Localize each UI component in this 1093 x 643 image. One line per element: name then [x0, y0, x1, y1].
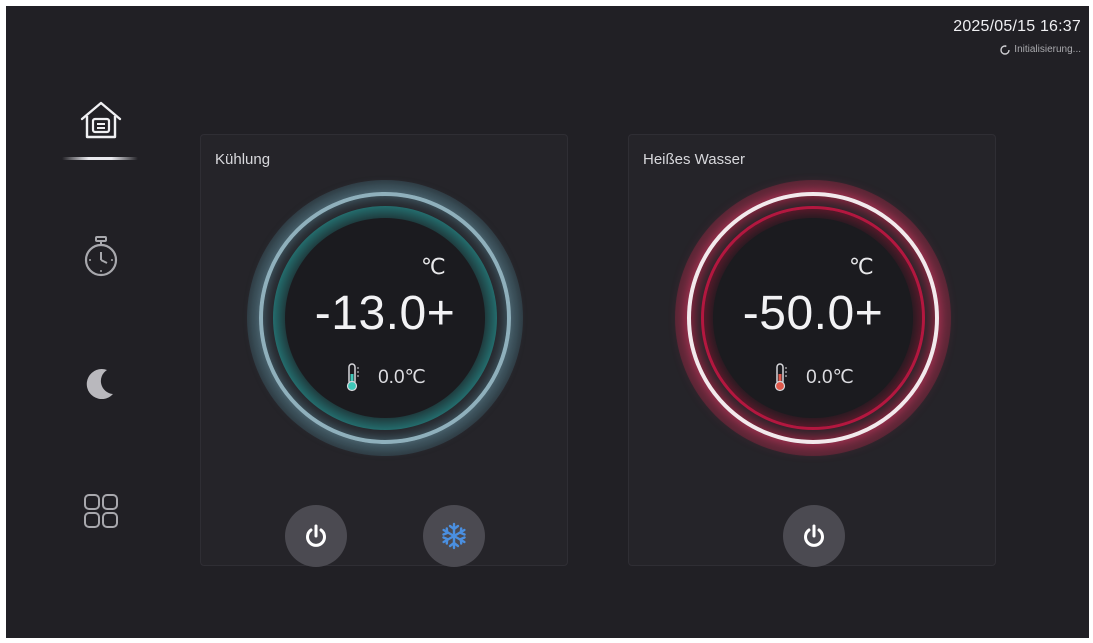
cooling-mode-button[interactable] — [423, 505, 485, 567]
grid-icon — [84, 494, 118, 528]
hot-water-power-button[interactable] — [783, 505, 845, 567]
snowflake-icon — [442, 522, 466, 550]
hot-water-card: Heißes Wasser ℃ -50.0+ 0.0℃ — [628, 134, 996, 567]
power-icon — [306, 524, 326, 547]
sidebar-item-apps[interactable] — [66, 481, 136, 541]
sidebar-item-night[interactable] — [66, 354, 136, 414]
current-temp-row: 0.0℃ — [675, 362, 951, 392]
setpoint-temp[interactable]: -13.0+ — [247, 286, 523, 341]
current-temp-row: 0.0℃ — [247, 362, 523, 392]
cooling-card: Kühlung ℃ -13.0+ 0.0℃ — [200, 134, 568, 567]
current-temp: 0.0℃ — [378, 366, 426, 388]
init-status: Initialisierung... — [953, 44, 1081, 55]
cooling-dial[interactable]: ℃ -13.0+ 0.0℃ — [247, 180, 523, 456]
moon-icon — [86, 369, 113, 400]
card-title: Kühlung — [215, 151, 271, 168]
card-title: Heißes Wasser — [643, 151, 745, 168]
status-area: 2025/05/15 16:37 Initialisierung... — [953, 18, 1081, 55]
thermometer-icon — [347, 363, 360, 392]
temp-unit: ℃ — [849, 254, 874, 279]
temp-unit: ℃ — [421, 254, 446, 279]
sidebar-item-home[interactable] — [66, 91, 136, 151]
screen: 2025/05/15 16:37 Initialisierung... Kühl… — [6, 6, 1089, 638]
current-temp: 0.0℃ — [806, 366, 854, 388]
home-icon — [80, 101, 122, 139]
init-text: Initialisierung... — [1014, 44, 1081, 55]
cooling-power-button[interactable] — [285, 505, 347, 567]
power-icon — [804, 524, 824, 547]
sidebar-item-timer[interactable] — [66, 226, 136, 286]
timer-icon — [84, 236, 118, 277]
datetime: 2025/05/15 16:37 — [953, 18, 1081, 35]
loading-spinner-icon — [1000, 44, 1010, 55]
hot-water-dial[interactable]: ℃ -50.0+ 0.0℃ — [675, 180, 951, 456]
setpoint-temp[interactable]: -50.0+ — [675, 286, 951, 341]
thermometer-icon — [775, 363, 788, 392]
active-indicator — [62, 157, 138, 160]
